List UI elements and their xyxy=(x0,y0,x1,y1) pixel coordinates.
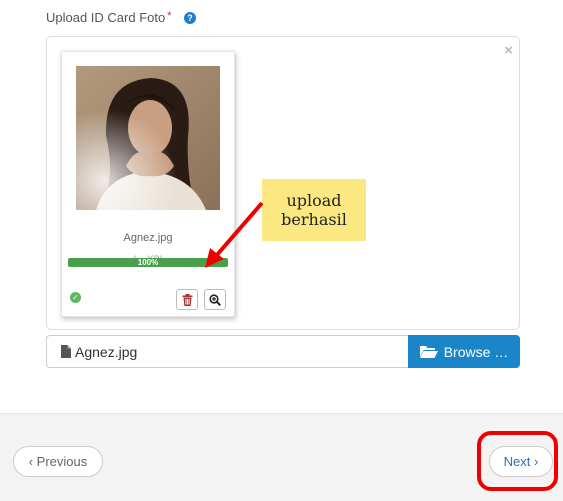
zoom-file-button[interactable] xyxy=(204,289,226,310)
trash-icon xyxy=(182,293,192,306)
previous-button[interactable]: ‹ Previous xyxy=(13,446,103,477)
file-icon xyxy=(61,345,71,358)
close-icon[interactable]: × xyxy=(504,43,513,58)
upload-success-note: upload berhasil xyxy=(262,179,366,241)
note-line-2: berhasil xyxy=(281,210,347,229)
folder-open-icon xyxy=(419,345,438,358)
browse-button[interactable]: Browse … xyxy=(408,335,520,368)
file-name-value: Agnez.jpg xyxy=(75,343,138,360)
check-circle-icon: ✓ xyxy=(70,292,81,303)
browse-button-label: Browse … xyxy=(443,343,509,360)
file-thumbnail-card: Agnez.jpg (… KB) 100% ✓ xyxy=(61,51,235,317)
required-mark: * xyxy=(167,10,172,22)
delete-file-button[interactable] xyxy=(176,289,198,310)
file-name-field[interactable]: Agnez.jpg xyxy=(46,335,408,368)
upload-field-label-text: Upload ID Card Foto xyxy=(46,10,166,25)
upload-progress-bar: 100% xyxy=(68,258,228,267)
question-circle-icon[interactable]: ? xyxy=(184,12,196,24)
file-name: Agnez.jpg xyxy=(123,232,173,244)
upload-progress-fill: 100% xyxy=(68,258,228,267)
wizard-footer: ‹ Previous Next › xyxy=(0,413,563,501)
upload-field-label: Upload ID Card Foto * xyxy=(46,10,172,25)
uploaded-photo xyxy=(76,66,220,210)
zoom-in-icon xyxy=(209,293,221,306)
note-line-1: upload xyxy=(286,191,342,210)
next-button[interactable]: Next › xyxy=(489,446,553,477)
